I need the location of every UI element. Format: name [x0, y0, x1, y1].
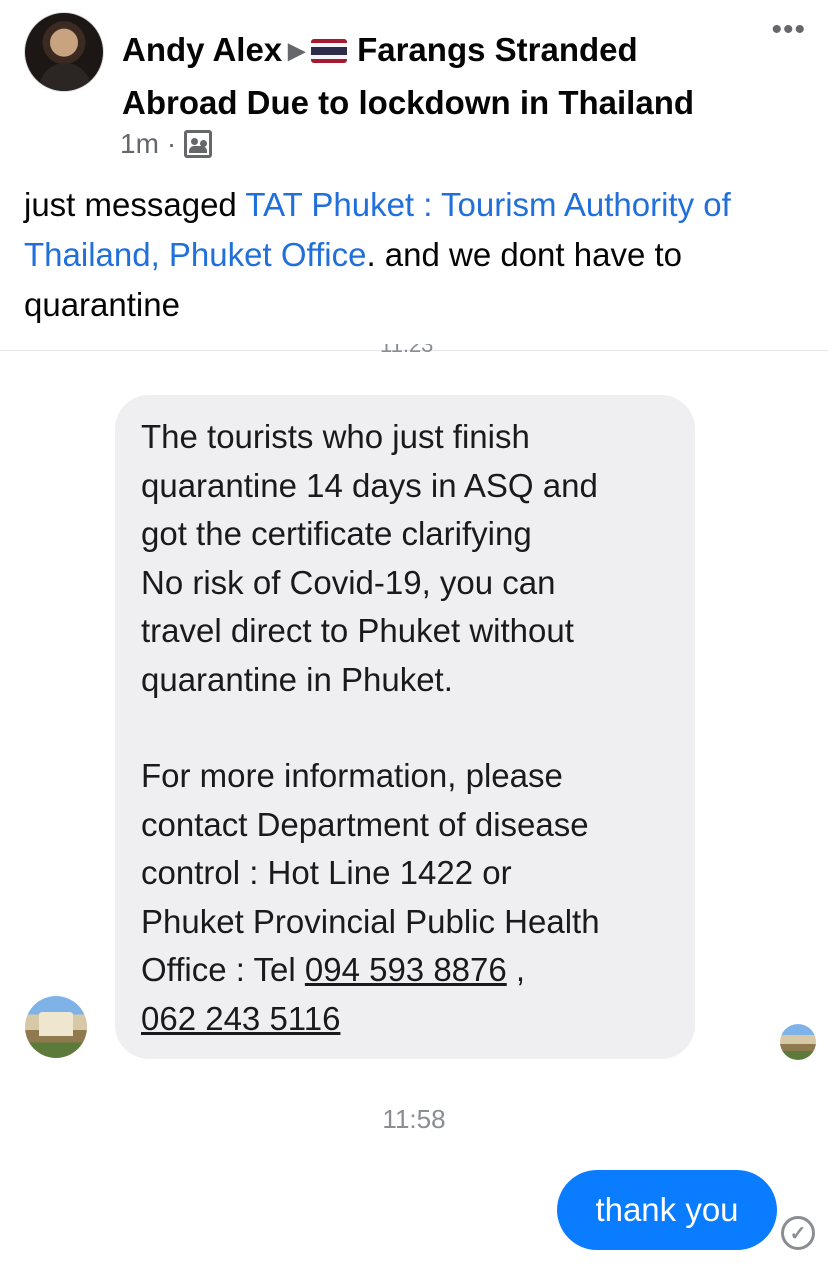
post-title: Andy Alex ▶ Farangs Stranded Abroad Due to… [122, 24, 742, 129]
author-avatar[interactable] [24, 12, 104, 92]
author-name[interactable]: Andy Alex [122, 31, 282, 68]
post-text-before: just messaged [24, 186, 246, 223]
triangle-right-icon: ▶ [288, 38, 306, 63]
sender-avatar[interactable] [25, 996, 87, 1058]
phone-link-2[interactable]: 062 243 5116 [141, 1000, 340, 1037]
post-meta: 1m · [120, 128, 213, 160]
group-audience-icon [184, 130, 213, 158]
sent-check-icon: ✓ [781, 1216, 815, 1250]
post-header: Andy Alex ▶ Farangs Stranded Abroad Due to… [0, 0, 828, 180]
thailand-flag-icon [311, 39, 348, 63]
more-options-icon[interactable]: ••• [771, 15, 806, 45]
meta-separator: · [166, 128, 177, 159]
message-paragraph-2: For more information, please contact Dep… [141, 752, 669, 1043]
post-time[interactable]: 1m [120, 128, 159, 160]
incoming-message-bubble: The tourists who just finish quarantine … [115, 395, 695, 1059]
phone-link-1[interactable]: 094 593 8876 [305, 951, 507, 988]
phone-separator: , [506, 951, 526, 988]
seen-receipt-avatar [780, 1024, 816, 1060]
message-paragraph-1: The tourists who just finish quarantine … [141, 418, 598, 698]
post-text: just messaged TAT Phuket : Tourism Autho… [24, 180, 814, 330]
outgoing-message-bubble: thank you [557, 1170, 777, 1250]
message-timestamp: 11:58 [382, 1104, 446, 1134]
cut-timestamp: 11:23 [380, 344, 450, 356]
